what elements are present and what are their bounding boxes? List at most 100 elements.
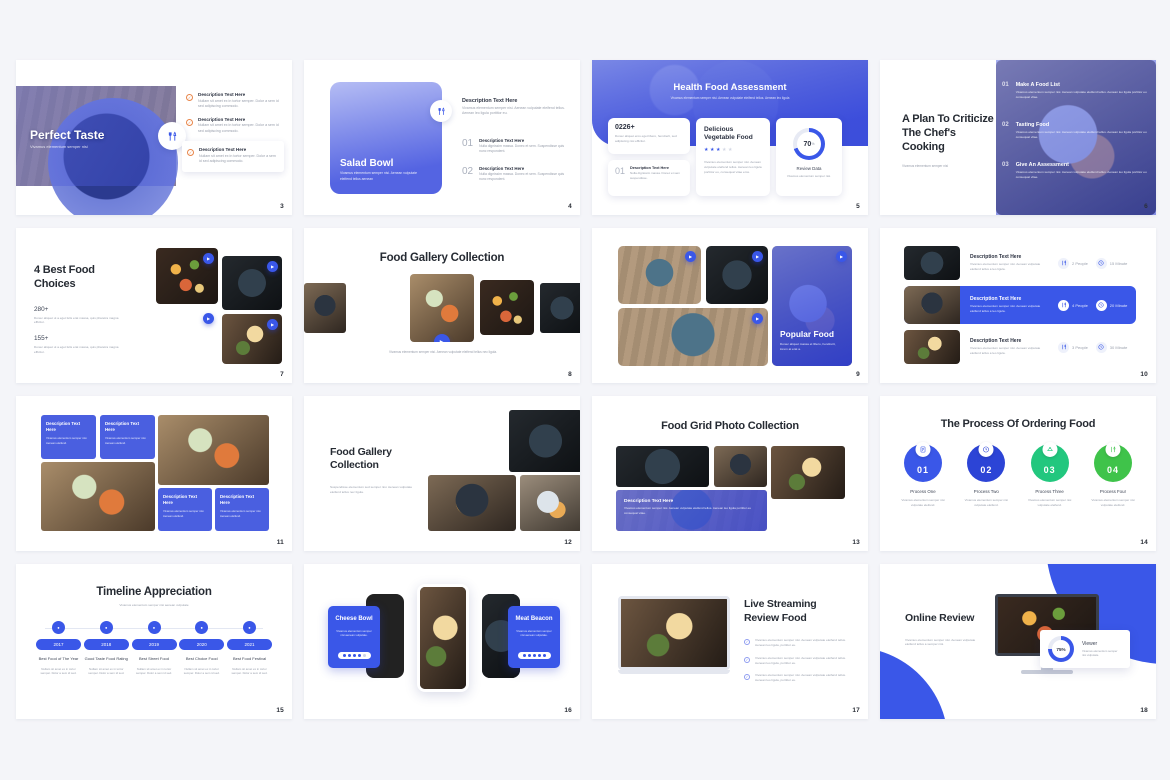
slide-thumbnail-6[interactable]: 01 Make A Food List Vivamus elementum se… [880,60,1156,215]
text-card[interactable]: Description Text Here Vivamus elementum … [41,415,96,459]
slide-thumbnail-17[interactable]: Live Streaming Review Food ✓ Vivamus ele… [592,564,868,719]
gallery-photo[interactable] [540,283,580,333]
photo-tile[interactable] [771,502,845,531]
process-item[interactable]: 03 Process Three Vivamus elementum sempe… [1023,442,1077,507]
timeline-point[interactable]: ● 2020 Best Choice Food Nullam sit amet … [179,621,225,676]
gallery-photo-featured[interactable]: ▶ [410,274,474,342]
table-row[interactable]: Description Text Here Vivamus elementum … [904,330,1136,364]
bullet-item[interactable]: ✓ Vivamus elementum semper nisi. Aenean … [744,638,850,648]
feature-card[interactable]: Delicious Vegetable Food ★ ★ ★ ★ ★ Vivam… [696,118,770,196]
stat-card[interactable]: 0226+ Donec aliquet eros eget libero, he… [608,118,690,154]
slide-thumbnail-13[interactable]: Food Grid Photo Collection Description T… [592,396,868,551]
process-item[interactable]: 02 Process Two Vivamus elementum semper … [959,442,1013,507]
slide-thumbnail-9[interactable]: ▶ ▶ ▶ ▶ Popular Food Donec aliquet massa… [592,228,868,383]
gallery-photo[interactable]: ▶ [156,308,218,360]
slide-thumbnail-18[interactable]: Online Review Vivamus elementum semper n… [880,564,1156,719]
slide-thumbnail-15[interactable]: Timeline Appreciation Vivamus elementum … [16,564,292,719]
text-card[interactable]: Description Text Here Vivamus elementum … [215,488,269,531]
timeline-point[interactable]: ● 2019 Best Street Food Nullam sit amet … [131,621,177,676]
slide-thumbnail-7[interactable]: 4 Best Food Choices 280+ Donec aliquet u… [16,228,292,383]
phone-mockup-center[interactable] [417,584,469,692]
list-item[interactable]: ✓ Description Text Here Nullam sit amet … [186,117,284,135]
gallery-photo[interactable] [304,283,346,333]
process-item[interactable]: 01 Process One Vivamus elementum semper … [896,442,950,507]
timeline-year: 2017 [36,639,81,650]
list-item-body: Nullam sit amet ex in tortor semper. Dol… [199,153,276,164]
slide-thumbnail-14[interactable]: The Process Of Ordering Food 01 Process … [880,396,1156,551]
photo-tile[interactable] [509,410,580,472]
row-meta-text: 2 People [1072,260,1088,266]
play-badge-icon[interactable]: ▶ [267,261,278,272]
play-badge-icon[interactable]: ▶ [267,319,278,330]
donut-card[interactable]: 70 % Review Data Vivamus elementum sempe… [776,118,842,196]
slide-3-title-block: Perfect Taste Vivamus elementum semper n… [30,128,104,149]
gallery-photo[interactable]: ▶ [618,246,701,304]
gallery-photo[interactable]: ▶ [222,256,282,310]
gallery-photo[interactable]: ▶ [222,314,282,364]
table-row-active[interactable]: Description Text Here Vivamus elementum … [904,286,1136,324]
photo-tile-overlay[interactable]: Description Text Here Vivamus elementum … [616,490,767,531]
star-rating[interactable] [517,652,551,660]
step-item[interactable]: 01 Make A Food List Vivamus elementum se… [1002,82,1148,100]
play-badge-icon[interactable]: ▶ [752,251,763,262]
food-card-right[interactable]: Meat Beacon Vivamus elementum semper nis… [508,606,560,668]
slide-thumbnail-8[interactable]: Food Gallery Collection ▶ Vivamus elemen… [304,228,580,383]
slide-8-caption: Vivamus elementum semper nisi. Aenean vu… [388,350,498,354]
timeline-point[interactable]: ● 2018 Good Taste Food Rating Nullam sit… [83,621,129,676]
photo-tile[interactable] [428,475,516,531]
viewer-stat-card[interactable]: 75% Viewer Vivamus elementum semper nisi… [1040,630,1130,668]
slide-thumbnail-16[interactable]: Cheese Bowl Vivamus elementum semper nis… [304,564,580,719]
list-item[interactable]: 02 Description Text Here Nulla dignissim… [462,166,566,183]
text-card[interactable]: Description Text Here Vivamus elementum … [158,488,212,531]
gallery-photo[interactable] [352,280,404,335]
slide-thumbnail-12[interactable]: Food Gallery Collection Suspendisse elem… [304,396,580,551]
numbered-card[interactable]: 01 Description Text Here Nulla dignissim… [608,160,690,196]
photo-tile[interactable] [771,446,845,499]
list-item-highlighted[interactable]: ✓ Description Text Here Nullam sit amet … [182,141,284,172]
list-item[interactable]: ✓ Description Text Here Nullam sit amet … [186,92,284,110]
gallery-photo[interactable]: ▶ [618,308,768,366]
lead-heading: Description Text Here [462,98,518,104]
slide-6-title: A Plan To Criticize The Chef's Cooking [902,113,994,154]
play-badge-icon[interactable]: ▶ [836,251,847,262]
star-rating[interactable] [337,652,371,660]
bullet-item[interactable]: ✓ Vivamus elementum semper nisi. Aenean … [744,673,850,683]
step-item[interactable]: 02 Tasting Food Vivamus elementum semper… [1002,122,1148,140]
slide-15-title: Timeline Appreciation [96,586,212,598]
gallery-photo[interactable]: ▶ [156,248,218,304]
step-item[interactable]: 03 Give An Assessment Vivamus elementum … [1002,162,1148,180]
row-body: Vivamus elementum semper nisi. Aenean vu… [970,262,1041,271]
laptop-mockup[interactable] [618,596,730,674]
process-item[interactable]: 04 Process Four Vivamus elementum semper… [1086,442,1140,507]
photo-tile[interactable] [520,475,580,531]
photo-tile[interactable] [428,410,505,472]
slide-thumbnail-3[interactable]: Perfect Taste Vivamus elementum semper n… [16,60,292,215]
photo-tile[interactable] [616,446,709,487]
featured-photo-card[interactable]: ▶ Popular Food Donec aliquet massa et li… [772,246,852,366]
photo-tile[interactable] [158,415,269,485]
photo-tile[interactable] [714,446,767,487]
gallery-photo[interactable] [480,280,534,335]
process-label: Process Two [973,489,999,494]
cutlery-icon [1105,442,1121,457]
photo-tile[interactable] [41,462,155,531]
play-badge-icon[interactable]: ▶ [752,313,763,324]
text-card[interactable]: Description Text Here Vivamus elementum … [100,415,155,459]
bullet-item[interactable]: ✓ Vivamus elementum semper nisi. Aenean … [744,656,850,666]
play-badge-icon[interactable]: ▶ [434,334,450,342]
slide-thumbnail-5[interactable]: Health Food Assessment Vivamus elementum… [592,60,868,215]
play-badge-icon[interactable]: ▶ [203,253,214,264]
check-circle-icon: ✓ [744,674,750,681]
timeline-point[interactable]: ● 2021 Best Food Festival Nullam sit ame… [227,621,272,676]
slide-thumbnail-11[interactable]: Description Text Here Vivamus elementum … [16,396,292,551]
slide-thumbnail-4[interactable]: Salad Bowl Vivamus elementum semper nisi… [304,60,580,215]
list-item[interactable]: 01 Description Text Here Nulla dignissim… [462,138,566,155]
timeline-point[interactable]: ● 2017 Best Food of The Year Nullam sit … [36,621,81,676]
table-row[interactable]: Description Text Here Vivamus elementum … [904,246,1136,280]
play-badge-icon[interactable]: ▶ [203,313,214,324]
gallery-photo[interactable]: ▶ [706,246,768,304]
star-rating[interactable]: ★ ★ ★ ★ ★ [704,147,762,153]
slide-thumbnail-10[interactable]: Description Text Here Vivamus elementum … [880,228,1156,383]
play-badge-icon[interactable]: ▶ [685,251,696,262]
food-card-left[interactable]: Cheese Bowl Vivamus elementum semper nis… [328,606,380,668]
